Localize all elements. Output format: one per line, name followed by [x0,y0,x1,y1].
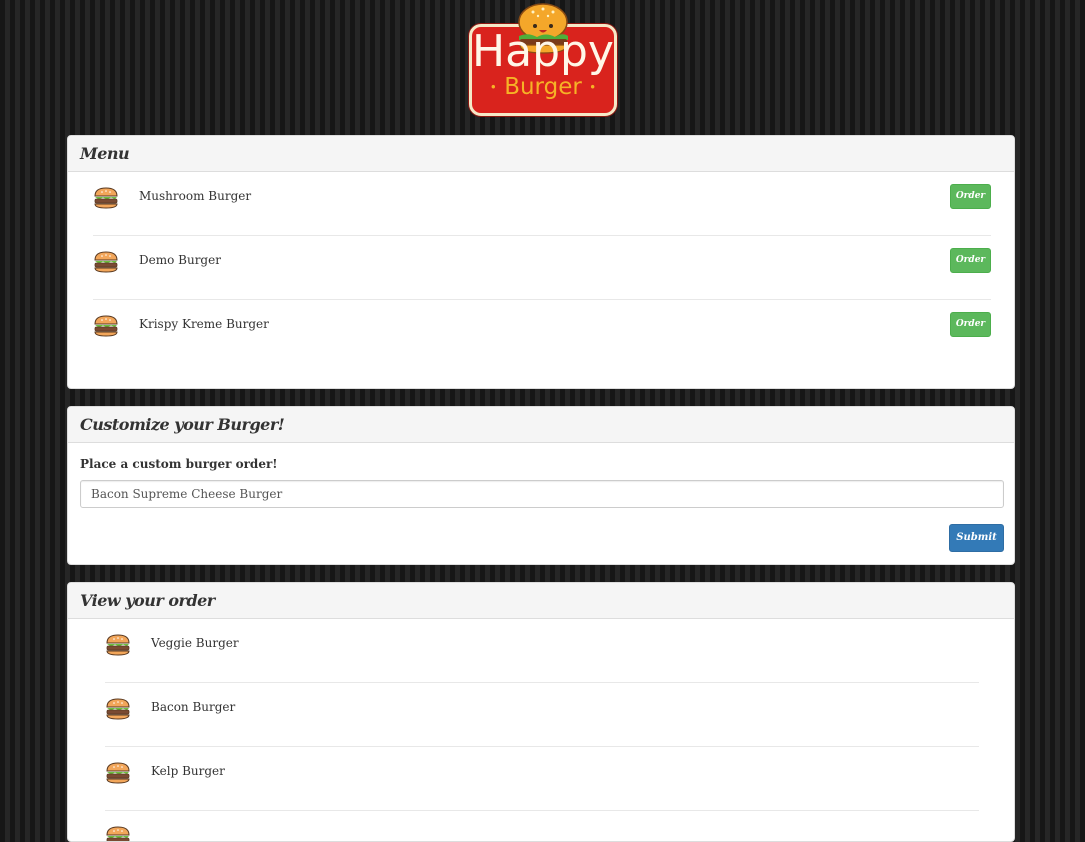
burger-icon [106,826,130,841]
burger-icon [106,762,130,784]
logo-burger-text: • Burger • [469,74,617,101]
customize-panel: Customize your Burger! Place a custom bu… [67,406,1015,565]
order-item [105,811,979,841]
order-button[interactable]: Order [950,184,991,209]
order-button[interactable]: Order [950,312,991,337]
happy-burger-logo: Happy • Burger • [469,2,617,116]
customize-title: Customize your Burger! [80,415,285,434]
menu-item-name: Mushroom Burger [139,189,252,203]
orders-list: Veggie Burger Bacon Burger Kelp Burger [105,619,979,841]
order-item-name: Bacon Burger [151,700,236,714]
custom-burger-input[interactable] [80,480,1004,508]
logo-burger-word: Burger [504,74,582,100]
orders-panel: View your order Veggie Burger Bacon Burg… [67,582,1015,842]
order-item: Veggie Burger [105,619,979,683]
burger-icon [94,315,118,337]
order-item: Kelp Burger [105,747,979,811]
custom-order-label: Place a custom burger order! [80,457,278,471]
menu-item: Demo Burger Order [93,236,991,300]
orders-panel-heading: View your order [68,583,1014,619]
logo-happy-text: Happy [472,26,614,77]
menu-item-name: Krispy Kreme Burger [139,317,269,331]
customize-panel-heading: Customize your Burger! [68,407,1014,443]
burger-icon [106,698,130,720]
burger-icon [106,634,130,656]
menu-panel: Menu Mushroom Burger Order Demo Burger O… [67,135,1015,389]
menu-item: Krispy Kreme Burger Order [93,300,991,364]
menu-item-name: Demo Burger [139,253,221,267]
burger-icon [94,187,118,209]
submit-button[interactable]: Submit [949,524,1004,552]
logo-dot-left: • [489,80,497,95]
order-item: Bacon Burger [105,683,979,747]
menu-list: Mushroom Burger Order Demo Burger Order [93,172,991,364]
logo-dot-right: • [589,80,597,95]
order-item-name: Veggie Burger [151,636,239,650]
menu-panel-heading: Menu [68,136,1014,172]
menu-item: Mushroom Burger Order [93,172,991,236]
burger-icon [94,251,118,273]
menu-title: Menu [80,144,130,163]
order-item-name: Kelp Burger [151,764,225,778]
order-button[interactable]: Order [950,248,991,273]
orders-title: View your order [80,591,215,610]
